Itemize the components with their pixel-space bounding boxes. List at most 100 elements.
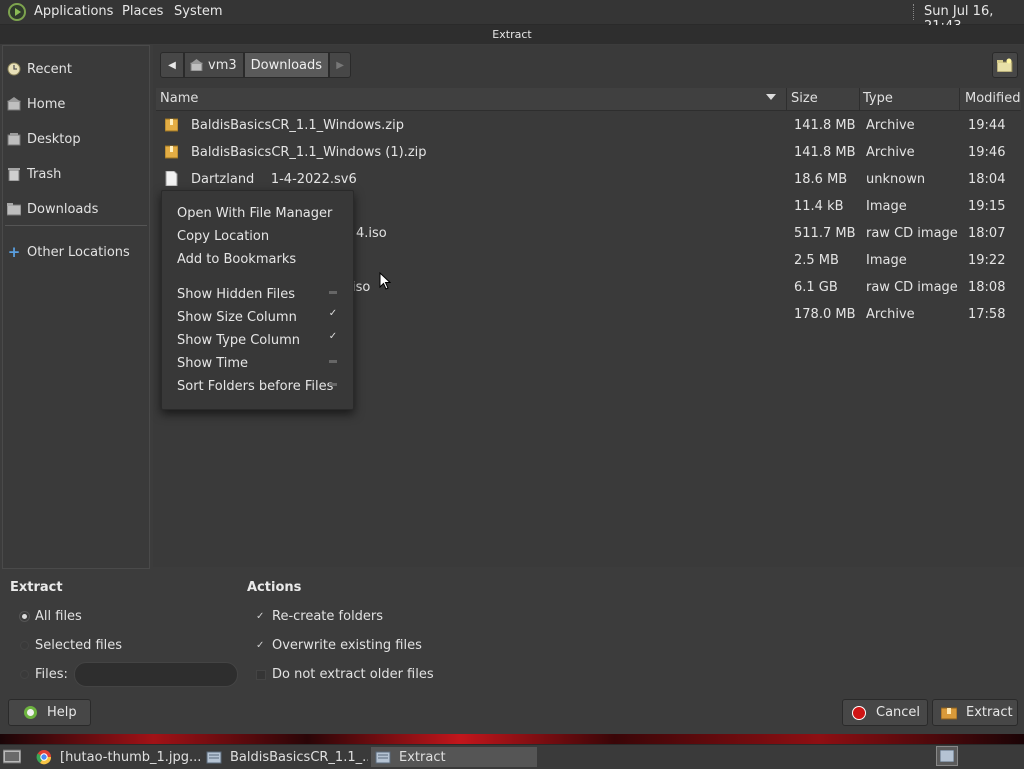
- cancel-icon: [852, 705, 866, 720]
- file-name: Dartzland 1-4-2022.sv6: [191, 172, 357, 187]
- top-panel: Applications Places System Sun Jul 16, 2…: [0, 0, 1024, 34]
- sidebar-item-recent[interactable]: Recent: [7, 58, 145, 80]
- menu-item-show-type-column[interactable]: Show Type Column: [177, 333, 300, 348]
- trash-icon: [7, 167, 21, 181]
- show-desktop-icon[interactable]: [3, 748, 21, 764]
- radio-unselected-icon: [20, 641, 29, 650]
- chevron-right-icon: ▶: [336, 59, 344, 71]
- sidebar-item-trash[interactable]: Trash: [7, 163, 145, 185]
- table-row[interactable]: Dartzland 1-4-2022.sv6 18.6 MB unknown 1…: [156, 166, 1021, 193]
- file-size: 141.8 MB: [794, 145, 856, 160]
- radio-selected-icon: [19, 611, 30, 622]
- menu-item-sort-folders-before-files[interactable]: Sort Folders before Files: [177, 379, 333, 394]
- desktop-icon: [7, 132, 21, 146]
- desktop-wallpaper-strip: [0, 734, 1024, 744]
- file-type: Archive: [866, 145, 915, 160]
- recent-icon: [7, 62, 21, 76]
- path-forward-button[interactable]: ▶: [329, 52, 352, 78]
- column-header-modified[interactable]: Modified: [965, 91, 1020, 106]
- selected-files-radio[interactable]: Selected files: [20, 638, 122, 653]
- file-size: 141.8 MB: [794, 118, 856, 133]
- overwrite-existing-checkbox[interactable]: ✓ Overwrite existing files: [256, 638, 422, 653]
- window-titlebar[interactable]: Extract: [0, 25, 1024, 44]
- cancel-button[interactable]: Cancel: [842, 699, 928, 726]
- sidebar-item-desktop[interactable]: Desktop: [7, 128, 145, 150]
- path-segment-vm3[interactable]: vm3: [184, 52, 244, 78]
- files-radio[interactable]: Files:: [20, 667, 68, 682]
- menu-item-show-time[interactable]: Show Time: [177, 356, 248, 371]
- menu-item-copy-location[interactable]: Copy Location: [177, 229, 269, 244]
- sidebar-item-home[interactable]: Home: [7, 93, 145, 115]
- file-modified: 19:15: [968, 199, 1006, 214]
- sidebar-item-other-locations[interactable]: + Other Locations: [7, 241, 145, 263]
- file-modified: 19:44: [968, 118, 1006, 133]
- sidebar-divider: [5, 225, 147, 226]
- task-label: BaldisBasicsCR_1.1_...: [230, 749, 368, 765]
- context-menu: Open With File Manager Copy Location Add…: [161, 190, 354, 410]
- workspace-switcher-icon[interactable]: [936, 746, 958, 766]
- column-separator: [959, 88, 960, 110]
- distro-logo-icon[interactable]: [8, 3, 26, 21]
- files-pattern-input[interactable]: [74, 662, 238, 687]
- radio-label: All files: [35, 609, 82, 624]
- menu-item-show-hidden-files[interactable]: Show Hidden Files: [177, 287, 295, 302]
- table-row[interactable]: BaldisBasicsCR_1.1_Windows (1).zip 141.8…: [156, 139, 1021, 166]
- file-table-header: Name Size Type Modified: [156, 88, 1021, 111]
- menu-item-open-with-file-manager[interactable]: Open With File Manager: [177, 206, 332, 221]
- button-label: Extract: [966, 705, 1013, 720]
- taskbar: [hutao-thumb_1.jpg... BaldisBasicsCR_1.1…: [0, 744, 1024, 769]
- button-label: Help: [47, 705, 77, 720]
- recreate-folders-checkbox[interactable]: ✓ Re-create folders: [256, 609, 383, 624]
- mouse-cursor-icon: [379, 272, 391, 290]
- file-modified: 18:04: [968, 172, 1006, 187]
- path-back-button[interactable]: ◀: [160, 52, 184, 78]
- checkbox-label: Re-create folders: [272, 609, 384, 624]
- sidebar-item-downloads[interactable]: Downloads: [7, 198, 145, 220]
- task-label: Extract: [399, 749, 446, 765]
- sidebar-item-label: Downloads: [27, 201, 99, 217]
- menu-item-show-size-column[interactable]: Show Size Column: [177, 310, 297, 325]
- file-modified: 19:46: [968, 145, 1006, 160]
- applications-menu[interactable]: Applications: [34, 4, 113, 19]
- unchecked-icon: [329, 360, 337, 363]
- column-header-type[interactable]: Type: [863, 91, 893, 106]
- places-sidebar: Recent Home Desktop Trash Downloads + Ot…: [2, 45, 150, 569]
- checkbox-label: Do not extract older files: [272, 667, 434, 682]
- menu-item-add-to-bookmarks[interactable]: Add to Bookmarks: [177, 252, 296, 267]
- sidebar-item-label: Other Locations: [27, 244, 130, 260]
- file-type: Archive: [866, 307, 915, 322]
- path-segment-downloads[interactable]: Downloads: [243, 52, 330, 78]
- do-not-extract-older-checkbox[interactable]: Do not extract older files: [256, 667, 434, 682]
- actions-heading: Actions: [247, 580, 302, 595]
- home-icon: [190, 59, 203, 71]
- path-bar: ◀ vm3 Downloads ▶: [160, 52, 352, 78]
- taskbar-item-archive[interactable]: BaldisBasicsCR_1.1_...: [206, 747, 368, 767]
- checkmark-icon: ✓: [328, 331, 338, 342]
- file-type: Archive: [866, 118, 915, 133]
- checkbox-label: Overwrite existing files: [272, 638, 422, 653]
- sort-down-icon[interactable]: [766, 94, 776, 100]
- column-header-name[interactable]: Name: [160, 91, 198, 106]
- checkmark-icon: ✓: [256, 610, 265, 622]
- all-files-radio[interactable]: All files: [19, 609, 82, 624]
- system-menu[interactable]: System: [174, 4, 222, 19]
- file-type: unknown: [866, 172, 926, 187]
- file-size: 2.5 MB: [794, 253, 839, 268]
- column-header-size[interactable]: Size: [791, 91, 818, 106]
- places-menu[interactable]: Places: [122, 4, 163, 19]
- file-name: 4.iso: [356, 226, 387, 241]
- taskbar-item-extract[interactable]: Extract: [371, 747, 537, 767]
- file-size: 178.0 MB: [794, 307, 856, 322]
- plus-icon: +: [7, 243, 21, 261]
- file-type: raw CD image: [866, 226, 958, 241]
- help-button[interactable]: Help: [8, 699, 91, 726]
- unchecked-box-icon: [256, 669, 266, 680]
- file-size: 11.4 kB: [794, 199, 844, 214]
- create-folder-button[interactable]: [992, 52, 1018, 78]
- archive-icon: [164, 117, 179, 132]
- file-modified: 19:22: [968, 253, 1006, 268]
- extract-button[interactable]: Extract: [932, 699, 1018, 726]
- sidebar-item-label: Trash: [27, 166, 62, 182]
- table-row[interactable]: BaldisBasicsCR_1.1_Windows.zip 141.8 MB …: [156, 112, 1021, 139]
- taskbar-item-image-viewer[interactable]: [hutao-thumb_1.jpg...: [36, 747, 202, 767]
